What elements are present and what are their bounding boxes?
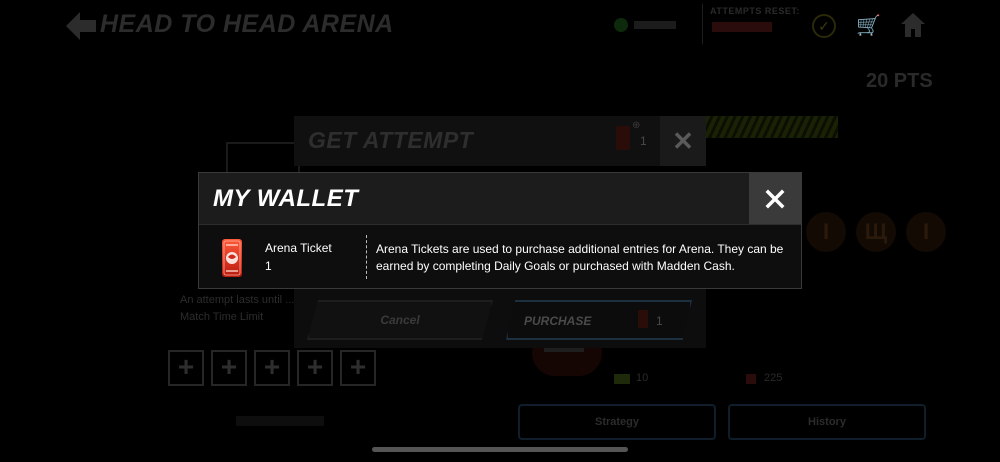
- add-slot-button[interactable]: +: [297, 350, 333, 386]
- attempts-reset-timer: [712, 22, 772, 32]
- caption-placeholder: [236, 416, 324, 426]
- coin-icon: [614, 374, 630, 384]
- cart-icon[interactable]: 🛒: [856, 14, 882, 38]
- coin-icon: [614, 18, 628, 32]
- medal-icon: Щ: [856, 212, 896, 252]
- wallet-header: MY WALLET: [199, 173, 801, 225]
- close-icon: [765, 189, 785, 209]
- add-slot-button[interactable]: +: [254, 350, 290, 386]
- purchase-button[interactable]: PURCHASE 1: [506, 300, 692, 340]
- history-button[interactable]: History: [728, 404, 926, 440]
- progress-bar: [706, 116, 838, 138]
- fire-icon: [746, 374, 756, 384]
- strategy-button[interactable]: Strategy: [518, 404, 716, 440]
- item-name: Arena Ticket: [265, 241, 332, 255]
- close-icon[interactable]: ✕: [660, 116, 706, 166]
- add-slot-button[interactable]: +: [211, 350, 247, 386]
- item-count: 1: [265, 259, 272, 273]
- back-arrow-icon[interactable]: [66, 12, 96, 40]
- medal-icon: I: [806, 212, 846, 252]
- ticket-count: 1: [640, 134, 647, 148]
- check-icon[interactable]: ✓: [812, 14, 836, 38]
- close-button[interactable]: [749, 173, 801, 224]
- add-ticket-icon[interactable]: ⊕: [632, 120, 640, 131]
- home-icon[interactable]: [900, 12, 926, 38]
- item-divider: [366, 235, 367, 279]
- item-description: Arena Tickets are used to purchase addit…: [376, 242, 784, 273]
- coin-balance: [614, 16, 684, 34]
- slot-row: + + + + +: [168, 350, 376, 386]
- page-title: HEAD TO HEAD ARENA: [100, 10, 394, 38]
- home-indicator[interactable]: [372, 447, 628, 452]
- stat-value: 225: [764, 372, 783, 384]
- header-divider: [702, 4, 703, 44]
- wallet-title: MY WALLET: [213, 185, 359, 212]
- rank-medals: I Щ I: [806, 212, 946, 252]
- purchase-label: PURCHASE: [524, 314, 592, 328]
- purchase-cost: 1: [656, 314, 663, 328]
- arena-ticket-icon: [222, 239, 242, 277]
- wallet-modal: MY WALLET Arena Ticket 1 Arena Tickets a…: [198, 172, 802, 289]
- add-slot-button[interactable]: +: [168, 350, 204, 386]
- wallet-item-row: Arena Ticket 1 Arena Tickets are used to…: [199, 225, 801, 288]
- coin-amount-blurred: [634, 21, 676, 29]
- cancel-button[interactable]: Cancel: [307, 300, 493, 340]
- attempts-reset-label: ATTEMPTS RESET:: [710, 6, 800, 16]
- points-total: 20 PTS: [866, 70, 933, 92]
- arena-ticket-icon: [616, 126, 630, 150]
- medal-icon: I: [906, 212, 946, 252]
- stat-value: 10: [636, 372, 649, 384]
- get-attempt-title: GET ATTEMPT: [308, 127, 474, 153]
- add-slot-button[interactable]: +: [340, 350, 376, 386]
- arena-ticket-icon: [638, 310, 648, 328]
- attempt-info-text: An attempt lasts until ... Match Time Li…: [180, 294, 295, 323]
